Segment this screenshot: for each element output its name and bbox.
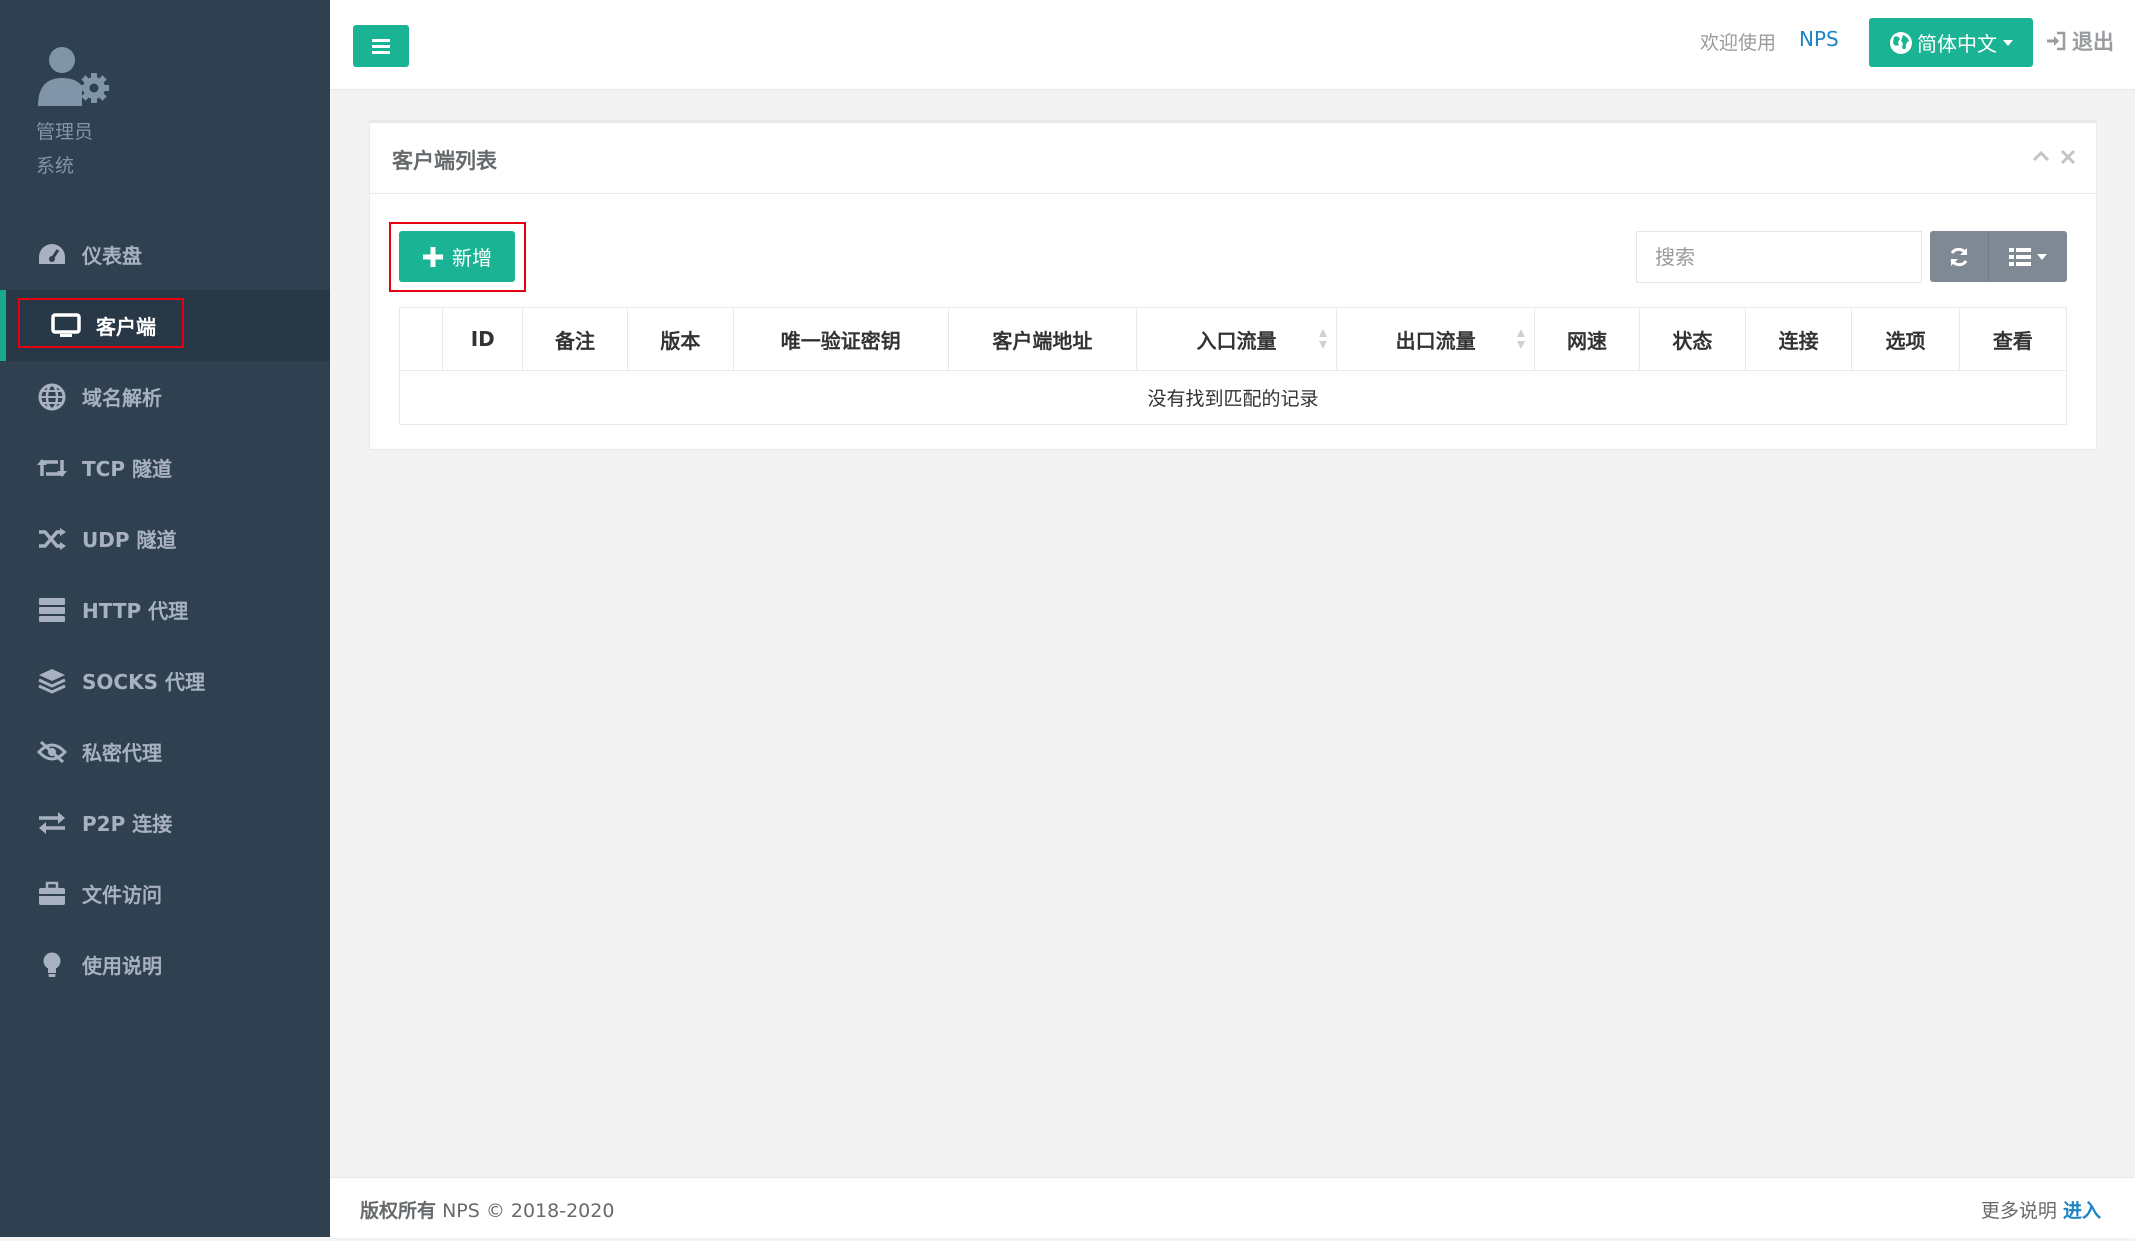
sidebar-item-tcp[interactable]: TCP 隧道 bbox=[0, 432, 330, 503]
random-icon bbox=[36, 525, 68, 553]
table-toolbar bbox=[1930, 231, 2067, 282]
globe-icon bbox=[1890, 31, 1912, 54]
sidebar-item-label: 使用说明 bbox=[82, 954, 162, 978]
panel-title: 客户端列表 bbox=[392, 149, 497, 173]
refresh-button[interactable] bbox=[1930, 231, 1989, 282]
add-client-button[interactable]: 新增 bbox=[399, 231, 515, 282]
plus-icon bbox=[423, 246, 443, 267]
refresh-icon bbox=[1950, 247, 1968, 266]
more-info: 更多说明 进入 bbox=[1981, 1196, 2101, 1223]
columns-toggle-button[interactable] bbox=[1989, 231, 2067, 282]
close-icon[interactable] bbox=[2060, 149, 2076, 165]
sign-out-icon bbox=[2047, 31, 2066, 51]
copyright-text: NPS © 2018-2020 bbox=[442, 1200, 615, 1222]
admin-avatar-icon bbox=[38, 47, 109, 106]
sidebar-item-label: TCP 隧道 bbox=[82, 457, 172, 481]
sidebar-item-label: 私密代理 bbox=[82, 741, 162, 765]
column-header-client-address[interactable]: 客户端地址 bbox=[947, 307, 1138, 371]
logout-link[interactable]: 退出 bbox=[2046, 26, 2114, 56]
exchange-icon bbox=[36, 809, 68, 837]
client-list-panel: 客户端列表 新增 ID 备注 版本 bbox=[369, 120, 2097, 450]
client-table: ID 备注 版本 唯一验证密钥 客户端地址 入口流量 出口流量 网速 状态 连接… bbox=[398, 307, 2068, 425]
column-header-expand bbox=[398, 307, 444, 371]
sidebar-item-http[interactable]: HTTP 代理 bbox=[0, 574, 330, 645]
column-header-verify-key[interactable]: 唯一验证密钥 bbox=[732, 307, 949, 371]
highlight-box bbox=[18, 298, 184, 348]
sidebar-item-domain[interactable]: 域名解析 bbox=[0, 361, 330, 432]
server-icon bbox=[36, 596, 68, 624]
sidebar-item-private[interactable]: 私密代理 bbox=[0, 716, 330, 787]
sidebar-item-label: SOCKS 代理 bbox=[82, 670, 205, 694]
sidebar-item-label: 文件访问 bbox=[82, 883, 162, 907]
column-header-inlet-flow[interactable]: 入口流量 bbox=[1136, 307, 1337, 371]
sidebar: 管理员 系统 仪表盘 客户端 域名解析 TCP 隧道 UDP 隧道 HTTP 代… bbox=[0, 0, 330, 1237]
more-link[interactable]: 进入 bbox=[2063, 1200, 2101, 1222]
add-label: 新增 bbox=[452, 246, 492, 270]
sort-icon bbox=[1517, 329, 1526, 349]
chevron-up-icon[interactable] bbox=[2032, 149, 2050, 163]
column-header-view[interactable]: 查看 bbox=[1958, 307, 2068, 371]
panel-tools bbox=[2032, 149, 2076, 165]
column-header-remark[interactable]: 备注 bbox=[522, 307, 628, 371]
lightbulb-icon bbox=[36, 951, 68, 979]
more-text: 更多说明 bbox=[1980, 1200, 2057, 1222]
copyright: 版权所有 NPS © 2018-2020 bbox=[360, 1196, 614, 1223]
sidebar-item-dashboard[interactable]: 仪表盘 bbox=[0, 219, 330, 290]
eye-slash-icon bbox=[36, 738, 68, 766]
sidebar-item-files[interactable]: 文件访问 bbox=[0, 858, 330, 929]
copyright-label: 版权所有 bbox=[360, 1200, 437, 1222]
menu-toggle-button[interactable] bbox=[353, 25, 409, 67]
column-header-status[interactable]: 状态 bbox=[1638, 307, 1747, 371]
search-input[interactable] bbox=[1636, 231, 1922, 283]
hamburger-icon bbox=[372, 39, 390, 54]
empty-message: 没有找到匹配的记录 bbox=[399, 370, 2067, 425]
globe-icon bbox=[36, 383, 68, 411]
profile-role: 系统 bbox=[36, 155, 75, 177]
sidebar-item-p2p[interactable]: P2P 连接 bbox=[0, 787, 330, 858]
th-list-icon bbox=[2009, 247, 2031, 266]
sidebar-item-label: P2P 连接 bbox=[82, 812, 173, 836]
column-header-version[interactable]: 版本 bbox=[626, 307, 734, 371]
footer: 版权所有 NPS © 2018-2020 更多说明 进入 bbox=[330, 1177, 2135, 1238]
welcome-text: 欢迎使用 bbox=[1700, 32, 1777, 54]
column-header-export-flow[interactable]: 出口流量 bbox=[1335, 307, 1536, 371]
sidebar-item-clients[interactable]: 客户端 bbox=[0, 290, 330, 361]
table-header-row: ID 备注 版本 唯一验证密钥 客户端地址 入口流量 出口流量 网速 状态 连接… bbox=[398, 307, 2068, 371]
profile-name: 管理员 bbox=[36, 121, 94, 143]
column-header-speed[interactable]: 网速 bbox=[1534, 307, 1640, 371]
language-label: 简体中文 bbox=[1917, 32, 1997, 56]
sidebar-item-label: 域名解析 bbox=[82, 386, 162, 410]
sidebar-item-udp[interactable]: UDP 隧道 bbox=[0, 503, 330, 574]
user-profile: 管理员 系统 bbox=[36, 44, 116, 180]
column-header-connect[interactable]: 连接 bbox=[1744, 307, 1853, 371]
briefcase-icon bbox=[36, 880, 68, 908]
sidebar-item-label: UDP 隧道 bbox=[82, 528, 177, 552]
sidebar-item-help[interactable]: 使用说明 bbox=[0, 929, 330, 1000]
dashboard-icon bbox=[36, 241, 68, 269]
sidebar-item-socks[interactable]: SOCKS 代理 bbox=[0, 645, 330, 716]
column-header-options[interactable]: 选项 bbox=[1851, 307, 1960, 371]
sidebar-item-label: 仪表盘 bbox=[82, 244, 142, 268]
logout-label: 退出 bbox=[2072, 30, 2114, 54]
column-header-id[interactable]: ID bbox=[442, 307, 524, 371]
table-empty-row: 没有找到匹配的记录 bbox=[399, 370, 2067, 425]
sort-icon bbox=[1318, 329, 1327, 349]
retweet-icon bbox=[36, 454, 68, 482]
layers-icon bbox=[36, 667, 68, 695]
sidebar-nav: 仪表盘 客户端 域名解析 TCP 隧道 UDP 隧道 HTTP 代理 SOCKS… bbox=[0, 219, 330, 1000]
sidebar-item-label: HTTP 代理 bbox=[82, 599, 189, 623]
panel-header: 客户端列表 bbox=[370, 123, 2096, 194]
top-navbar: 欢迎使用 NPS 简体中文 退出 bbox=[330, 0, 2135, 90]
caret-down-icon bbox=[2003, 39, 2013, 46]
caret-down-icon bbox=[2037, 253, 2047, 260]
language-dropdown[interactable]: 简体中文 bbox=[1869, 18, 2033, 67]
brand-link[interactable]: NPS bbox=[1799, 27, 1839, 51]
